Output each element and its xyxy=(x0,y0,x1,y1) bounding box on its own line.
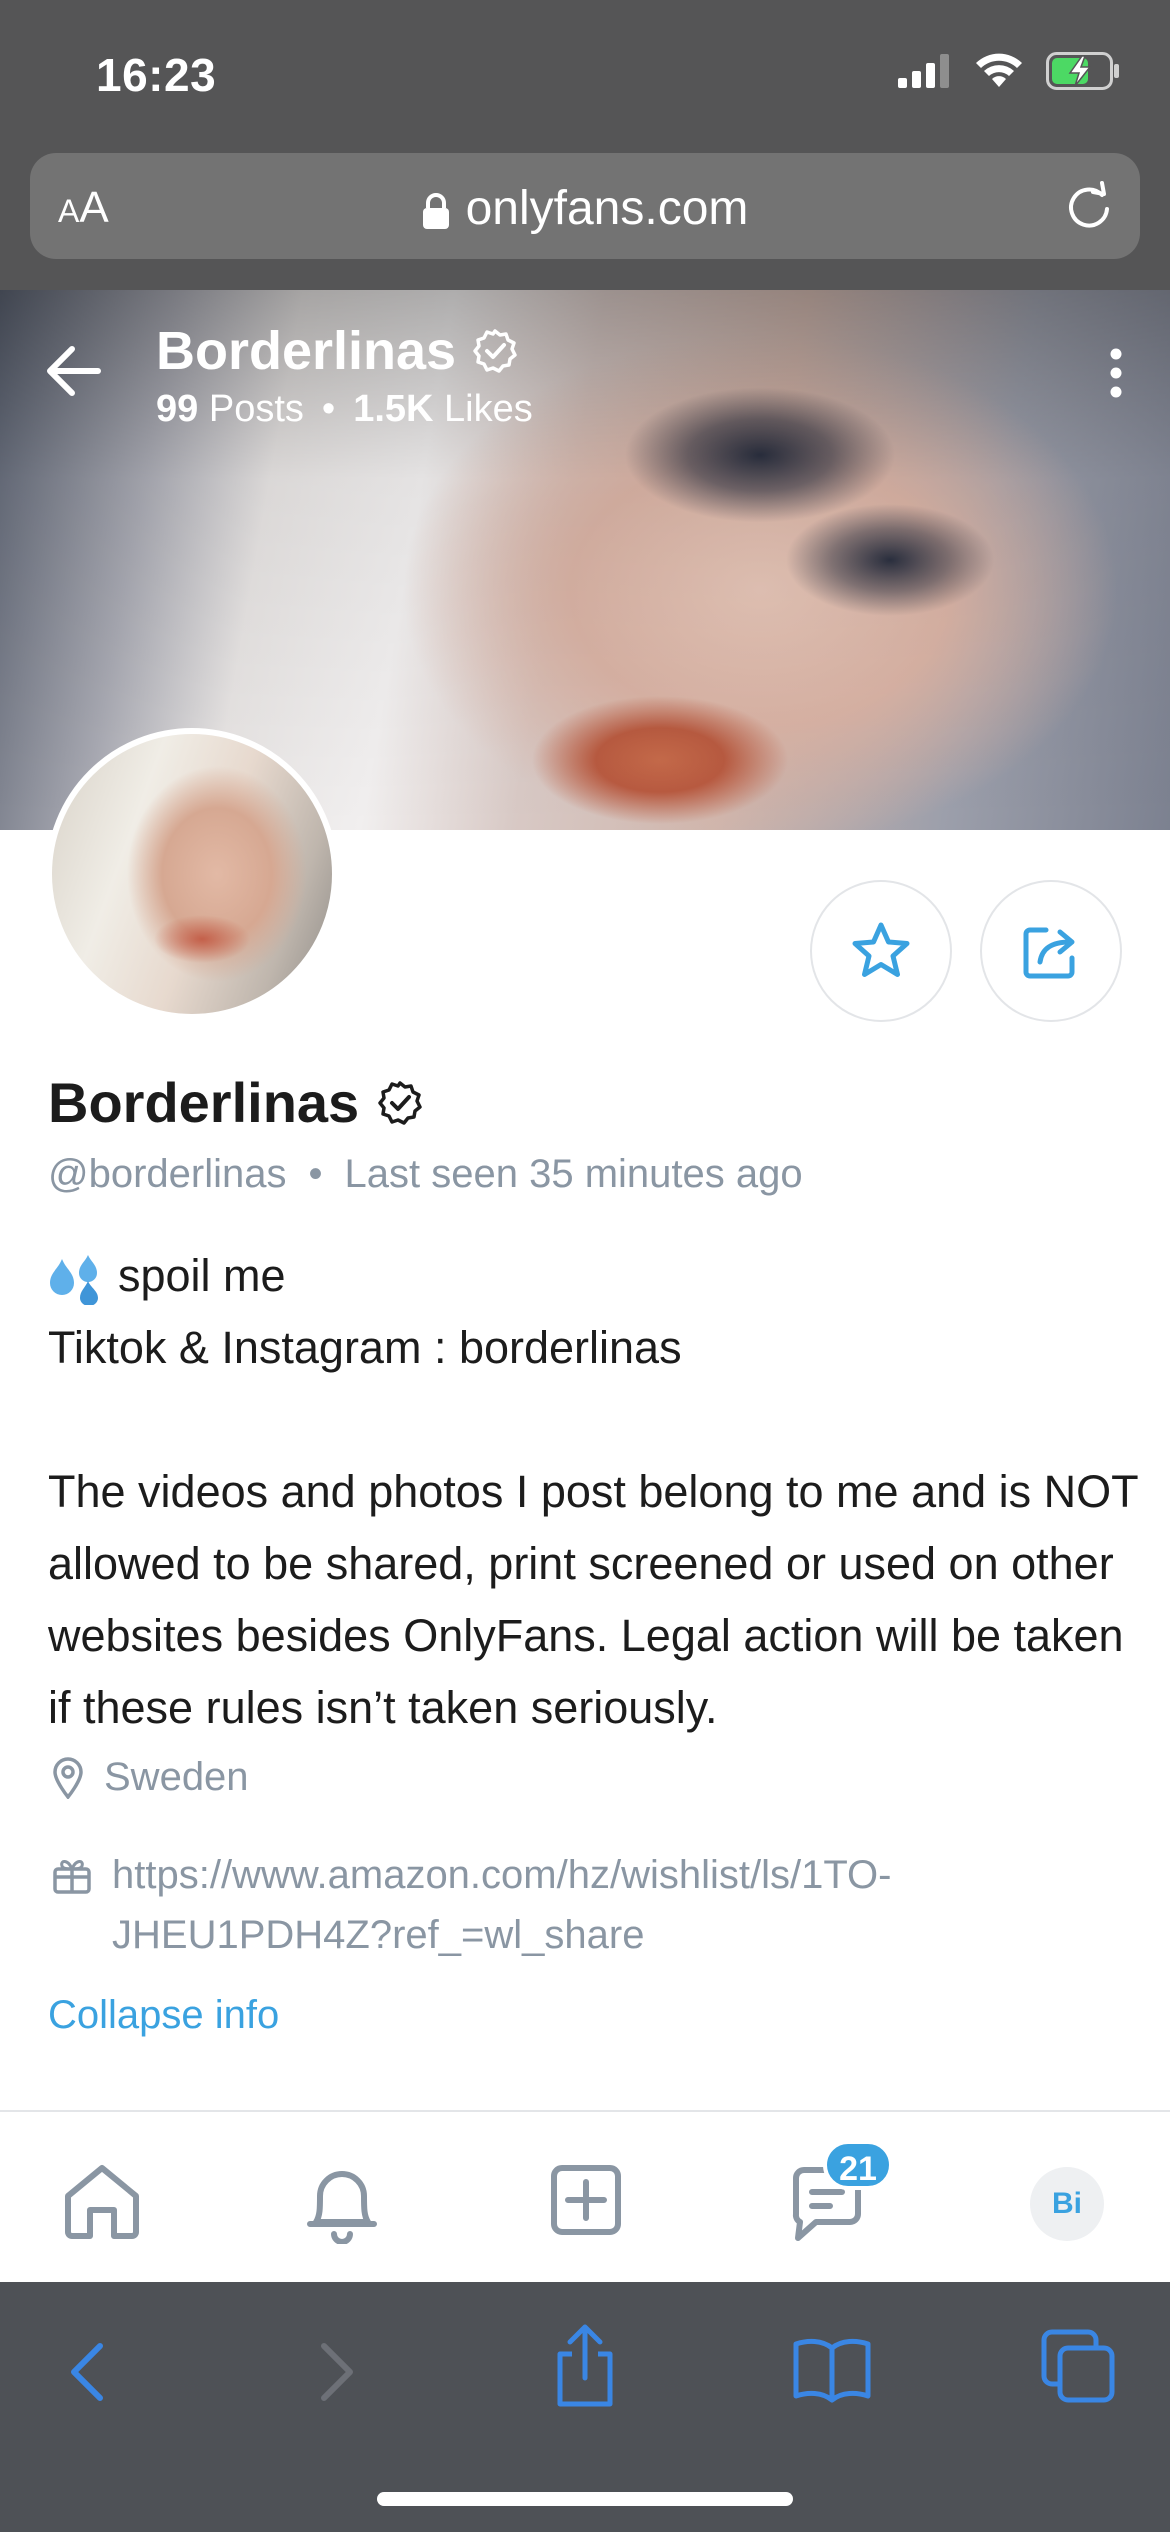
posts-count: 99 xyxy=(156,388,199,430)
cover-stats: 99 Posts • 1.5K Likes xyxy=(156,388,533,431)
wishlist-url[interactable]: https://www.amazon.com/hz/wishlist/ls/1T… xyxy=(112,1845,1052,1965)
battery-charging-icon xyxy=(1046,52,1119,90)
home-icon[interactable] xyxy=(60,2160,144,2240)
profile-meta: @borderlinas • Last seen 35 minutes ago xyxy=(48,1152,803,1197)
user-avatar-button[interactable]: Bi xyxy=(1030,2167,1104,2241)
location: Sweden xyxy=(52,1755,249,1800)
tabs-icon[interactable] xyxy=(1040,2328,1116,2404)
lock-icon xyxy=(422,193,449,230)
sweat-droplets-icon xyxy=(50,1255,98,1306)
avatar[interactable] xyxy=(46,728,338,1020)
browser-share-icon[interactable] xyxy=(550,2322,620,2410)
messages-badge: 21 xyxy=(823,2140,893,2190)
gift-icon xyxy=(53,1860,91,1894)
bookmarks-icon[interactable] xyxy=(792,2334,872,2404)
wishlist-link-row: https://www.amazon.com/hz/wishlist/ls/1T… xyxy=(52,1845,1052,1965)
posts-label: Posts xyxy=(208,388,304,430)
add-post-icon[interactable] xyxy=(548,2162,624,2238)
profile-name-text: Borderlinas xyxy=(48,1071,360,1134)
bio-paragraph: The videos and photos I post belong to m… xyxy=(48,1466,1138,1733)
location-pin-icon xyxy=(53,1756,83,1799)
cover-title: Borderlinas xyxy=(156,320,518,382)
collapse-info-link[interactable]: Collapse info xyxy=(48,1993,279,2038)
bio-line-2: Tiktok & Instagram : borderlinas xyxy=(48,1322,682,1373)
browser-address-area: AA onlyfans.com xyxy=(0,145,1170,290)
username: @borderlinas xyxy=(48,1152,287,1196)
last-seen: Last seen 35 minutes ago xyxy=(344,1152,803,1196)
bio-line-1: spoil me xyxy=(48,1240,1138,1312)
more-options-icon[interactable] xyxy=(1108,348,1124,398)
back-arrow-icon[interactable] xyxy=(46,345,102,397)
profile-bio: spoil me Tiktok & Instagram : borderlina… xyxy=(48,1240,1138,1744)
url-display[interactable]: onlyfans.com xyxy=(30,181,1140,236)
reload-icon[interactable] xyxy=(1062,179,1116,233)
bottom-nav: 21 Bi xyxy=(0,2110,1170,2282)
browser-forward-icon[interactable] xyxy=(318,2340,358,2404)
bio-spacer xyxy=(48,1384,1138,1456)
cellular-signal-icon xyxy=(898,54,949,88)
status-bar: 16:23 xyxy=(0,0,1170,145)
verified-badge-icon xyxy=(378,1080,422,1125)
bio-line-1-text: spoil me xyxy=(118,1250,286,1301)
wifi-icon xyxy=(976,53,1022,87)
share-button[interactable] xyxy=(980,880,1122,1022)
clock: 16:23 xyxy=(96,49,217,101)
home-indicator[interactable] xyxy=(377,2492,793,2506)
share-icon xyxy=(1023,927,1075,979)
browser-back-icon[interactable] xyxy=(66,2340,106,2404)
verified-badge-icon xyxy=(473,329,517,373)
profile-name: Borderlinas xyxy=(48,1070,423,1135)
likes-label: Likes xyxy=(444,388,533,430)
address-bar[interactable]: AA onlyfans.com xyxy=(30,153,1140,259)
location-text: Sweden xyxy=(104,1755,249,1799)
cover-name: Borderlinas xyxy=(156,321,457,381)
meta-separator: • xyxy=(308,1152,323,1196)
url-text: onlyfans.com xyxy=(465,182,749,235)
status-icons xyxy=(898,52,1120,90)
likes-count: 1.5K xyxy=(353,388,434,430)
star-icon xyxy=(852,922,910,977)
notifications-bell-icon[interactable] xyxy=(302,2160,382,2244)
favorite-button[interactable] xyxy=(810,880,952,1022)
stats-separator: • xyxy=(321,388,336,430)
